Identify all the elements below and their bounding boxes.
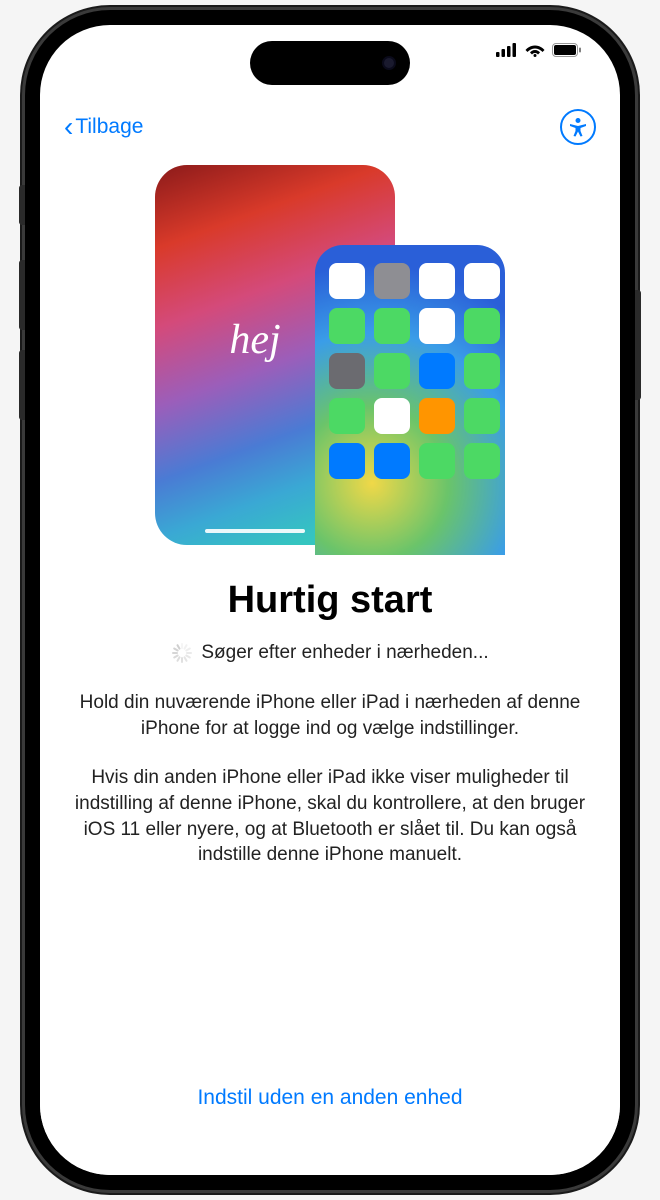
illustration-app-icon (374, 353, 410, 389)
spinner-icon (171, 643, 191, 663)
wifi-icon (525, 43, 545, 57)
device-frame: ‹ Tilbage hej Hurtig start (25, 10, 635, 1190)
illustration-app-icon (464, 263, 500, 299)
illustration-app-grid (329, 263, 491, 479)
greeting-text: hej (229, 316, 280, 364)
illustration-app-icon (329, 308, 365, 344)
illustration-app-icon (329, 398, 365, 434)
dynamic-island (250, 41, 410, 85)
back-label: Tilbage (75, 115, 143, 139)
illustration-app-icon (374, 443, 410, 479)
instruction-paragraph-1: Hold din nuværende iPhone eller iPad i n… (70, 690, 590, 741)
volume-down-button (19, 350, 25, 420)
illustration-app-icon (419, 398, 455, 434)
page-title: Hurtig start (70, 579, 590, 622)
home-indicator (205, 529, 305, 533)
cellular-signal-icon (496, 43, 518, 57)
searching-row: Søger efter enheder i nærheden... (70, 642, 590, 664)
illustration-app-icon (329, 353, 365, 389)
illustration-app-icon (464, 308, 500, 344)
illustration-app-icon (419, 308, 455, 344)
illustration-app-icon (374, 398, 410, 434)
accessibility-icon (567, 116, 589, 138)
instruction-paragraph-2: Hvis din anden iPhone eller iPad ikke vi… (70, 765, 590, 868)
illustration-app-icon (329, 443, 365, 479)
illustration-app-icon (374, 263, 410, 299)
accessibility-button[interactable] (560, 109, 596, 145)
power-button (635, 290, 641, 400)
illustration-app-icon (464, 398, 500, 434)
nav-bar: ‹ Tilbage (40, 109, 620, 145)
illustration-app-icon (464, 353, 500, 389)
mute-switch (19, 185, 25, 225)
illustration-app-icon (374, 308, 410, 344)
illustration-app-icon (419, 353, 455, 389)
volume-up-button (19, 260, 25, 330)
illustration-app-icon (464, 443, 500, 479)
front-camera (382, 56, 396, 70)
screen: ‹ Tilbage hej Hurtig start (40, 25, 620, 1175)
illustration-app-icon (419, 263, 455, 299)
searching-text: Søger efter enheder i nærheden... (201, 642, 488, 664)
setup-without-device-button[interactable]: Indstil uden en anden enhed (40, 1086, 620, 1110)
hero-illustration: hej (40, 155, 620, 555)
back-button[interactable]: ‹ Tilbage (64, 111, 143, 143)
status-bar (496, 43, 582, 57)
illustration-app-icon (329, 263, 365, 299)
content-panel: Hurtig start Søger efter enheder i nærhe… (40, 545, 620, 1175)
chevron-left-icon: ‹ (64, 111, 73, 143)
illustration-new-device (315, 245, 505, 555)
battery-icon (552, 43, 582, 57)
illustration-app-icon (419, 443, 455, 479)
